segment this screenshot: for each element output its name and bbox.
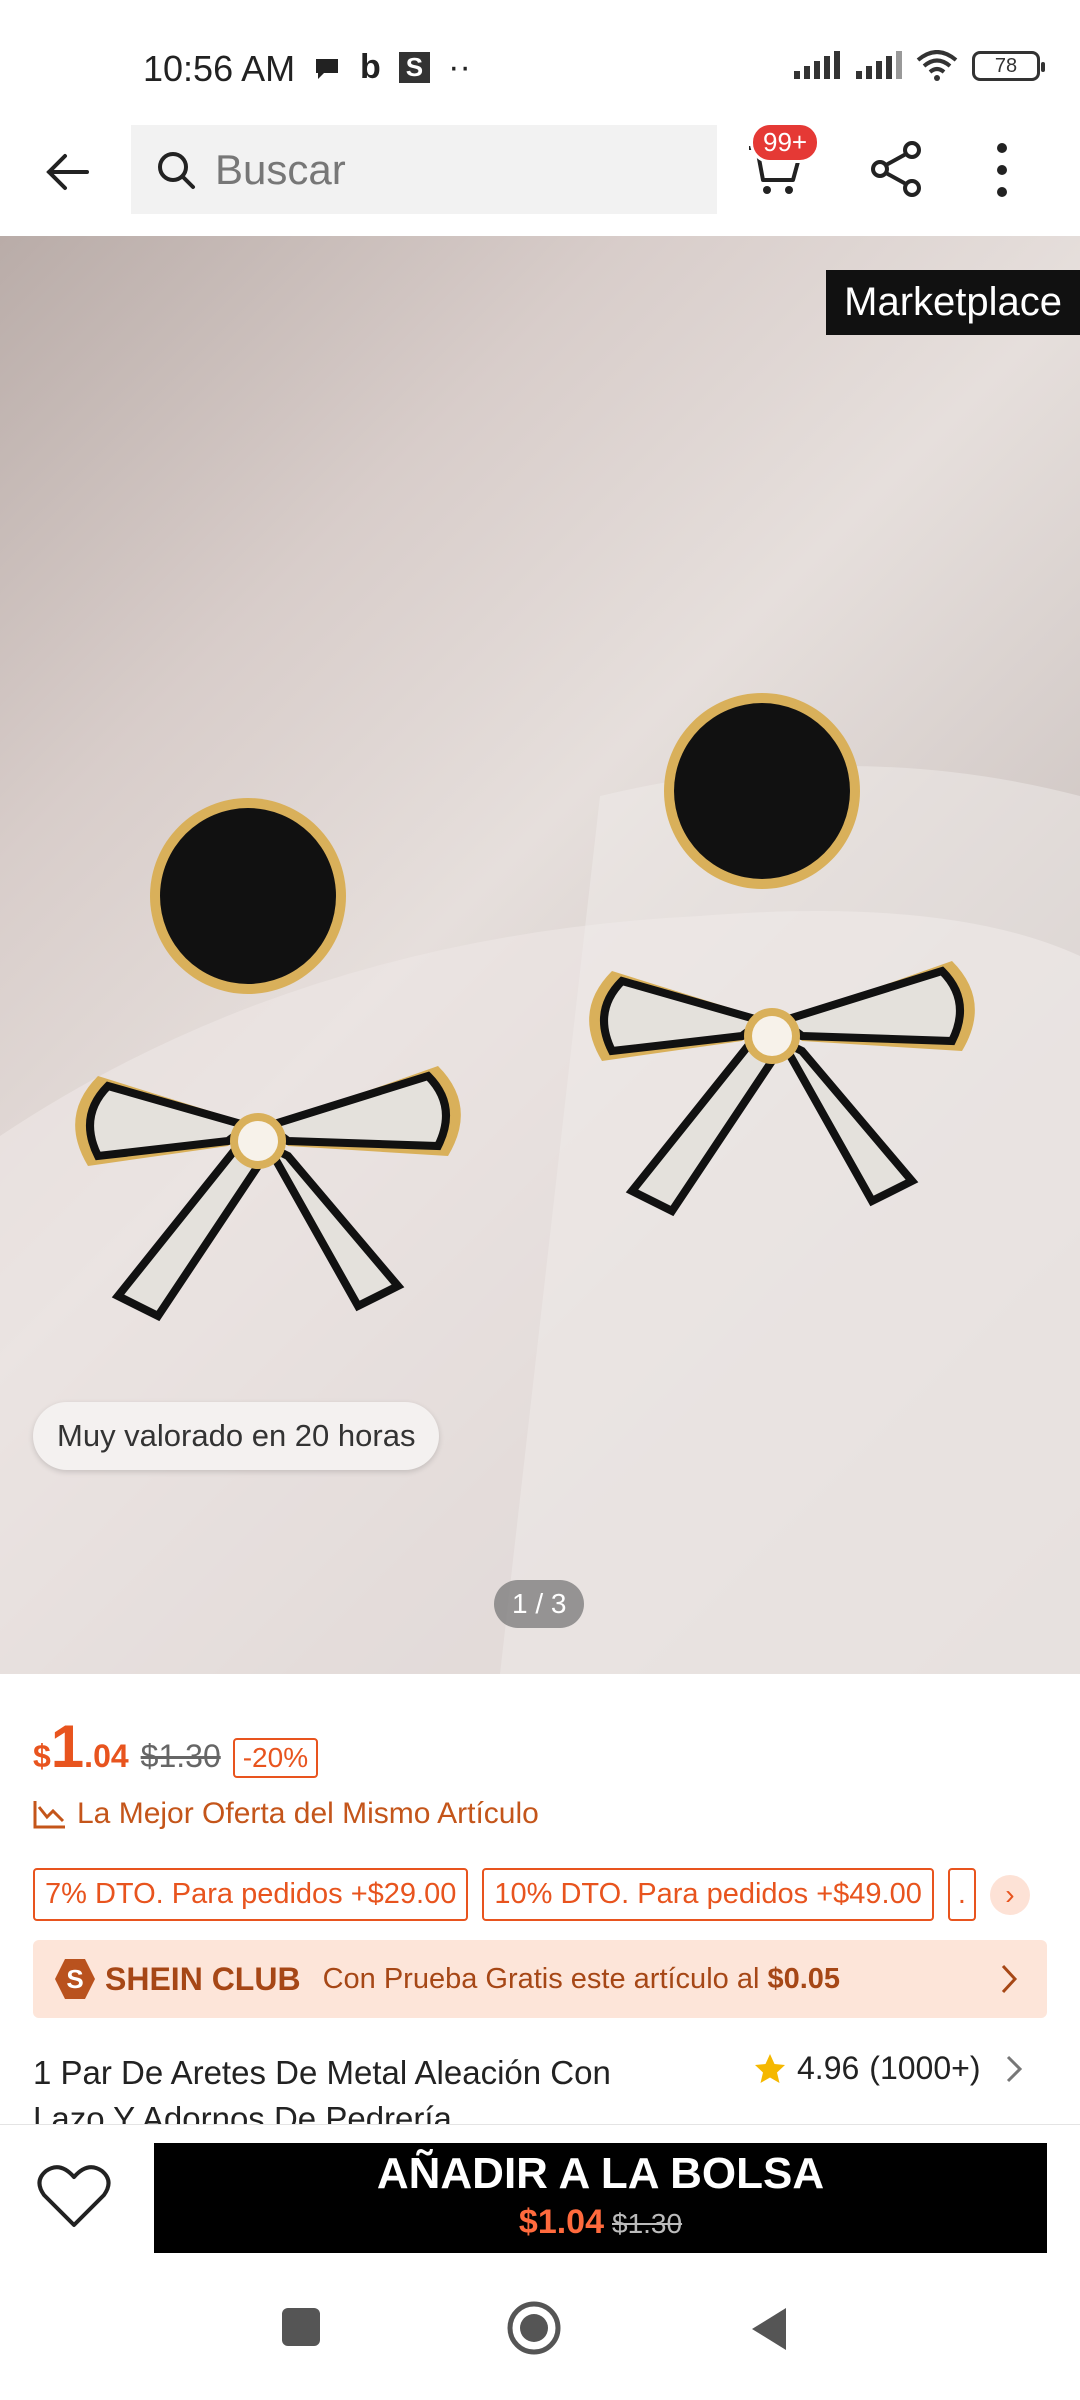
price-currency: $ [33,1738,51,1774]
b-app-icon: b [360,48,381,86]
arrow-left-icon [46,154,89,190]
product-title: 1 Par De Aretes De Metal Aleación Con La… [33,2054,611,2124]
add-to-bag-price: $1.04 $1.30 [154,2203,1047,2242]
square-icon [282,2308,320,2346]
coupon-list: 7% DTO. Para pedidos +$29.00 10% DTO. Pa… [33,1868,1030,1921]
coupon-chip[interactable]: 10% DTO. Para pedidos +$49.00 [482,1868,934,1921]
share-icon [871,141,921,197]
add-price-current: $1.04 [518,2203,604,2241]
wishlist-button[interactable] [36,2163,116,2233]
add-to-bag-label: AÑADIR A LA BOLSA [376,2149,825,2198]
system-back-button[interactable] [748,2306,790,2357]
club-offer-text: Con Prueba Gratis este artículo al $0.05 [323,1963,840,1996]
coupons-next-button[interactable]: › [989,1874,1030,1915]
chevron-right-icon [1007,2055,1023,2082]
club-offer-label: Con Prueba Gratis este artículo al [322,1962,760,1995]
search-icon [158,151,195,189]
club-price: $0.05 [767,1962,841,1995]
recents-button[interactable] [280,2306,322,2353]
signal-icon [856,51,902,79]
heart-icon [37,2165,111,2227]
product-title-row: 1 Par De Aretes De Metal Aleación Con La… [33,2050,1047,2124]
shein-club-banner[interactable]: S SHEIN CLUB Con Prueba Gratis este artí… [33,1940,1047,2018]
discount-badge: -20% [232,1738,319,1778]
top-nav: Buscar 99+ [0,120,1080,236]
signal-icon [794,51,840,79]
more-vert-icon [997,143,1007,197]
system-navigation-bar [0,2270,1080,2400]
home-button[interactable] [506,2300,562,2361]
add-price-old: $1.30 [612,2208,683,2239]
cart-badge: 99+ [750,122,821,163]
battery-level: 78 [994,54,1018,77]
coupon-chip[interactable]: 7% DTO. Para pedidos +$29.00 [33,1868,469,1921]
rating-value: 4.96 [797,2050,860,2086]
chevron-right-icon [1001,1964,1018,1994]
current-price: $1.04 [33,1712,129,1781]
chat-bubble-icon [316,58,338,79]
circle-home-icon [507,2301,561,2355]
notification-icons: b S ·· [312,48,471,87]
add-to-bag-button[interactable]: AÑADIR A LA BOLSA $1.04 $1.30 [154,2143,1047,2253]
star-icon [755,2053,785,2083]
search-placeholder: Buscar [215,145,346,193]
price-decimal: .04 [84,1738,129,1774]
best-offer-label: La Mejor Oferta del Mismo Artículo [77,1797,539,1830]
best-offer-link[interactable]: La Mejor Oferta del Mismo Artículo [33,1797,539,1831]
rated-badge: Muy valorado en 20 horas [33,1402,440,1470]
more-options-button[interactable] [992,140,1032,200]
battery-icon: 78 [972,51,1045,81]
product-image-carousel[interactable]: Marketplace Muy valorado en 20 horas 1 /… [0,236,1080,1674]
back-button[interactable] [36,142,96,202]
more-dots-icon: ·· [448,48,471,86]
trend-down-icon [33,1801,65,1829]
marketplace-tag: Marketplace [826,270,1080,335]
status-bar: 10:56 AM b S ·· 78 [0,0,1080,130]
bottom-action-bar: AÑADIR A LA BOLSA $1.04 $1.30 [0,2124,1080,2270]
price-integer: 1 [50,1713,85,1780]
review-count: (1000+) [869,2050,981,2086]
share-button[interactable] [868,140,928,200]
rating-summary[interactable]: 4.96 (1000+) [753,2050,1024,2087]
system-icons: 78 [792,50,1045,82]
price-row: $1.04 $1.30 -20% [33,1712,319,1781]
image-page-indicator: 1 / 3 [494,1580,585,1628]
wifi-icon [916,50,958,81]
original-price: $1.30 [140,1738,221,1774]
triangle-back-icon [752,2308,786,2350]
shein-club-logo-icon: S [55,1959,95,1999]
s-app-icon: S [398,52,431,83]
club-name: SHEIN CLUB [105,1960,301,1997]
coupon-chip[interactable]: . [947,1868,976,1921]
status-time: 10:56 AM [143,48,296,89]
search-input[interactable]: Buscar [131,125,717,214]
